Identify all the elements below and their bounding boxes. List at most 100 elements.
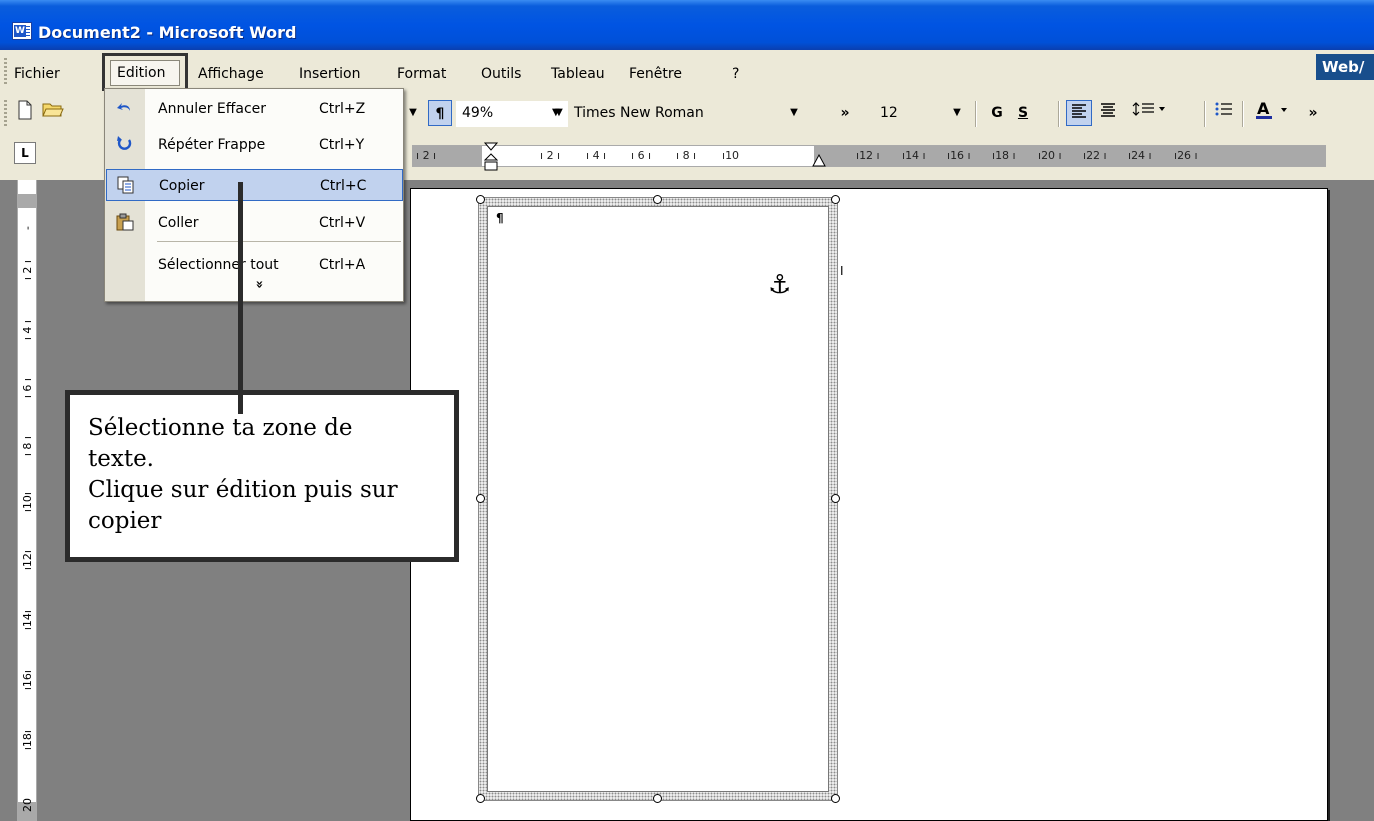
resize-handle-middle-right[interactable] — [831, 494, 840, 503]
resize-handle-bottom-left[interactable] — [476, 794, 485, 803]
menu-item-annuler[interactable]: Annuler Effacer Ctrl+Z — [106, 93, 403, 125]
word-app-icon[interactable]: W — [12, 22, 32, 40]
new-document-icon[interactable] — [14, 100, 36, 126]
callout-line: Clique sur édition puis sur — [88, 477, 398, 503]
toolbar-separator — [1242, 101, 1244, 127]
ruler-right-margin — [814, 146, 1326, 166]
menu-item-label: Coller — [158, 215, 199, 231]
toolbar-separator — [1204, 101, 1206, 127]
menubar-grip[interactable] — [4, 58, 7, 84]
undo-dropdown-arrow[interactable]: ▼ — [406, 100, 420, 126]
menu-edition[interactable]: Edition — [110, 60, 180, 86]
horizontal-ruler[interactable]: ı 2 ı ı 2 ı ı 4 ı ı 6 ı ı 8 ı ı10 ı12 ı … — [412, 142, 1326, 171]
redo-icon — [114, 135, 136, 155]
toolbar-grip[interactable] — [4, 100, 7, 128]
callout-pointer-line — [238, 182, 243, 414]
open-folder-icon[interactable] — [40, 100, 66, 126]
ruler-tick: ı12 ı — [856, 149, 880, 162]
paragraph-mark: ¶ — [496, 211, 504, 225]
vertical-ruler[interactable]: - ı 2 ı ı 4 ı ı 6 ı ı 8 ı ı10ı ı12ı ı14ı… — [17, 180, 37, 821]
menu-item-shortcut: Ctrl+V — [319, 215, 366, 231]
callout-line: texte. — [88, 446, 154, 472]
menu-help[interactable]: ? — [732, 65, 739, 85]
undo-icon — [114, 99, 136, 119]
resize-handle-bottom-right[interactable] — [831, 794, 840, 803]
left-indent-marker-icon[interactable] — [484, 142, 498, 172]
copy-icon — [115, 176, 137, 196]
bullet-list-icon[interactable] — [1212, 100, 1236, 126]
callout-line: Sélectionne ta zone de — [88, 415, 353, 441]
vruler-tick: ı12ı — [21, 550, 34, 571]
menu-item-shortcut: Ctrl+A — [319, 257, 366, 273]
resize-handle-bottom-center[interactable] — [653, 794, 662, 803]
menu-item-selectionner-tout[interactable]: Sélectionner tout Ctrl+A — [106, 249, 403, 281]
menu-edition-label: Edition — [117, 65, 166, 81]
resize-handle-top-right[interactable] — [831, 195, 840, 204]
title-bar: W Document2 - Microsoft Word — [0, 0, 1374, 50]
menu-outils[interactable]: Outils — [481, 65, 521, 85]
menu-expand-chevron-icon[interactable]: » — [252, 280, 267, 288]
menu-item-coller[interactable]: Coller Ctrl+V — [106, 207, 403, 239]
menu-item-label: Copier — [159, 178, 205, 194]
font-size-dropdown-arrow[interactable]: ▼ — [951, 101, 963, 125]
instruction-callout: Sélectionne ta zone de texte. Clique sur… — [65, 390, 459, 562]
anchor-icon[interactable]: ⚓ — [768, 270, 791, 300]
vruler-tick: ı 2 ı — [21, 260, 34, 281]
menu-fenetre[interactable]: Fenêtre — [629, 65, 682, 85]
ruler-tick: ı26 ı — [1174, 149, 1198, 162]
underline-button[interactable]: S — [1012, 100, 1034, 126]
font-color-icon[interactable]: A — [1254, 99, 1296, 126]
menu-affichage[interactable]: Affichage — [198, 65, 264, 85]
align-center-icon[interactable] — [1096, 100, 1120, 126]
toolbar-more-button-2[interactable]: » — [1306, 100, 1320, 126]
vruler-tick: ı18ı — [21, 730, 34, 751]
show-formatting-button[interactable]: ¶ — [428, 100, 452, 126]
font-name-dropdown-arrow[interactable]: ▼ — [788, 101, 800, 125]
vruler-tick: ı16ı — [21, 670, 34, 691]
menu-fichier[interactable]: Fichier — [14, 65, 60, 85]
font-size-combo[interactable]: 12 ▼ — [874, 101, 966, 127]
ruler-tick: ı22 ı — [1083, 149, 1107, 162]
ruler-tick: ı10 — [722, 149, 740, 162]
web-toolbar-tab[interactable]: Web/ — [1316, 54, 1374, 80]
menu-tableau[interactable]: Tableau — [551, 65, 605, 85]
font-name-left-arrow: ▼ — [552, 107, 560, 118]
menu-item-copier[interactable]: Copier Ctrl+C — [106, 169, 403, 201]
font-name-value: Times New Roman — [574, 105, 704, 121]
vruler-tick: ı 8 ı — [21, 436, 34, 457]
ruler-tick: ı 8 ı — [676, 149, 697, 162]
right-indent-marker-icon[interactable] — [812, 154, 826, 168]
ruler-tick: ı18 ı — [992, 149, 1016, 162]
menu-item-shortcut: Ctrl+Z — [319, 101, 366, 117]
toolbar-separator — [1058, 101, 1060, 127]
ruler-tick: ı 2 ı — [416, 149, 437, 162]
line-spacing-icon[interactable] — [1128, 100, 1170, 126]
callout-line: copier — [88, 508, 162, 534]
menu-item-repeter[interactable]: Répéter Frappe Ctrl+Y — [106, 129, 403, 161]
menu-separator — [157, 241, 401, 242]
vruler-tick: - — [21, 226, 34, 230]
toolbar-more-button[interactable]: » — [838, 100, 852, 126]
ruler-tick: ı 4 ı — [586, 149, 607, 162]
align-left-icon[interactable] — [1066, 100, 1092, 126]
resize-handle-top-left[interactable] — [476, 195, 485, 204]
text-cursor-icon: I — [840, 264, 844, 278]
ruler-tick: ı20 ı — [1038, 149, 1062, 162]
bold-button[interactable]: G — [986, 100, 1008, 126]
ruler-tick: ı16 ı — [947, 149, 971, 162]
menu-item-label: Annuler Effacer — [158, 101, 267, 117]
vruler-tick: ı14ı — [21, 610, 34, 631]
font-name-combo[interactable]: ▼ Times New Roman ▼ — [552, 101, 804, 127]
resize-handle-middle-left[interactable] — [476, 494, 485, 503]
menu-item-label: Sélectionner tout — [158, 257, 279, 273]
vruler-tick: ı 4 ı — [21, 320, 34, 341]
paste-icon — [114, 213, 136, 233]
resize-handle-top-center[interactable] — [653, 195, 662, 204]
menu-insertion[interactable]: Insertion — [299, 65, 360, 85]
ruler-tick: ı24 ı — [1128, 149, 1152, 162]
ruler-tick: ı 2 ı — [540, 149, 561, 162]
tab-selector[interactable]: L — [14, 142, 36, 164]
menu-item-shortcut: Ctrl+C — [320, 178, 367, 194]
ruler-tick: ı 6 ı — [631, 149, 652, 162]
menu-format[interactable]: Format — [397, 65, 446, 85]
